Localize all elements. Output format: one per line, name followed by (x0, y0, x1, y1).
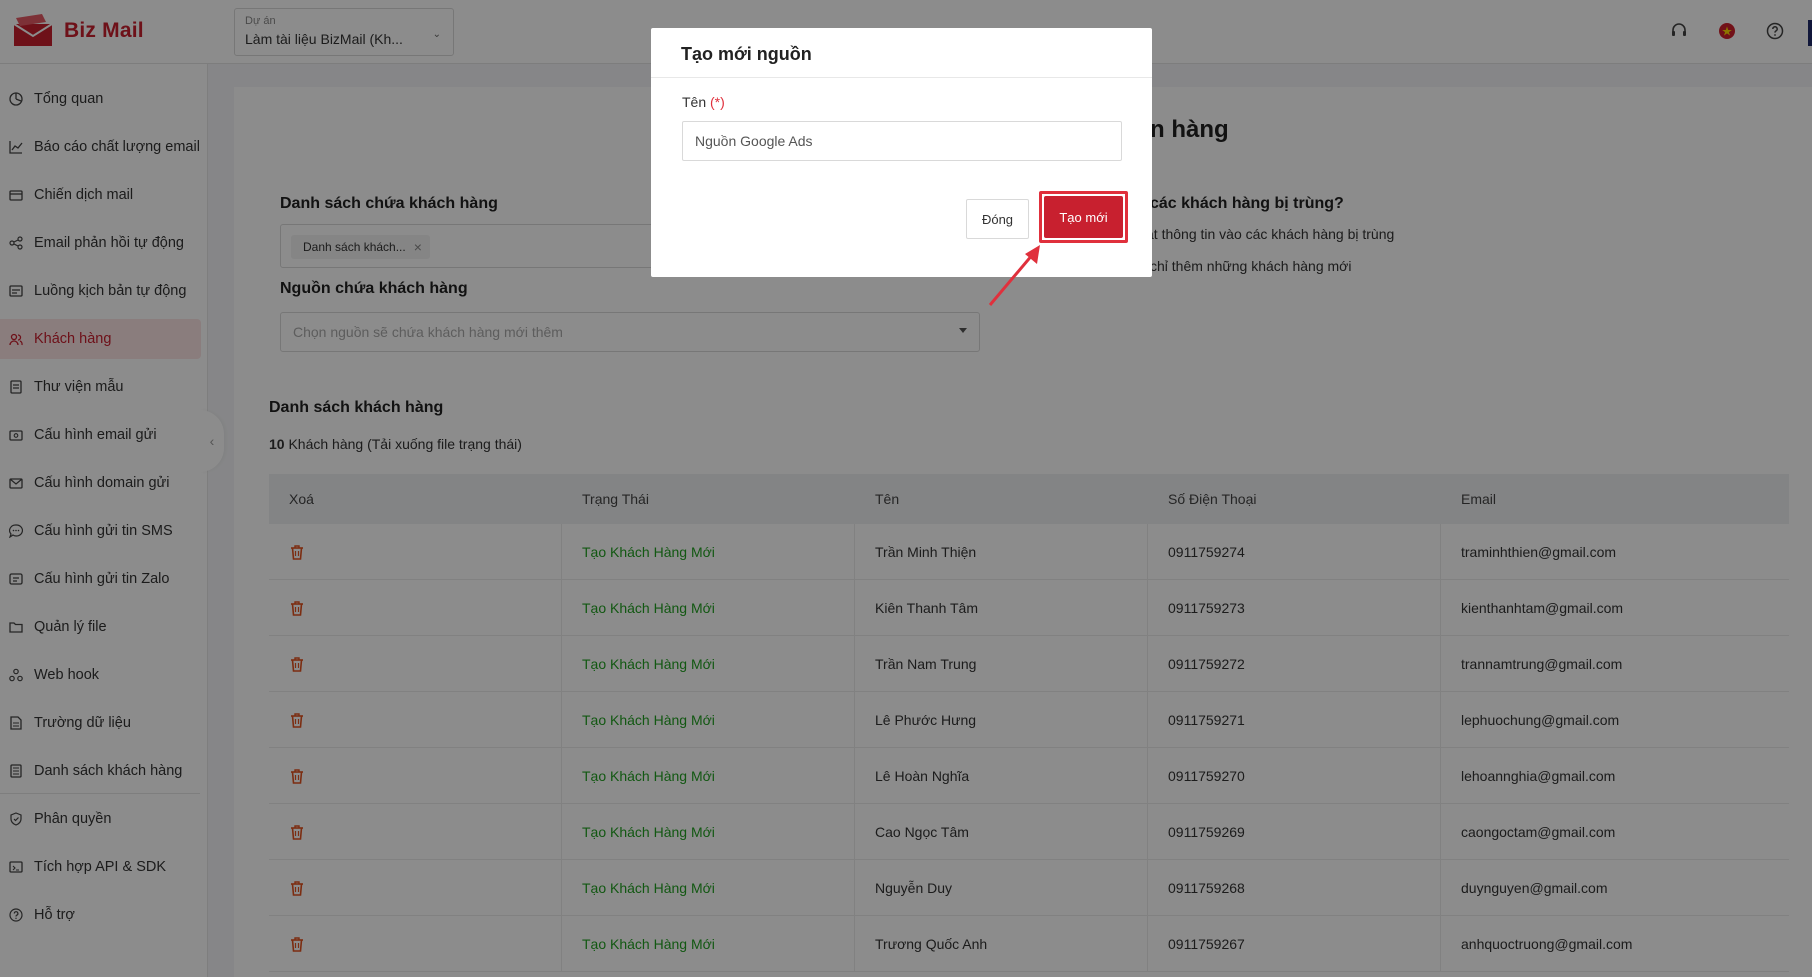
annotation-arrow-icon (988, 245, 1040, 306)
required-mark: (*) (710, 94, 725, 110)
name-field-label: Tên (*) (682, 94, 725, 110)
create-button-highlight: Tạo mới (1039, 191, 1128, 243)
create-source-modal: Tạo mới nguồn Tên (*) Đóng Tạo mới (651, 28, 1152, 277)
close-button[interactable]: Đóng (966, 199, 1029, 239)
modal-title: Tạo mới nguồn (651, 28, 1152, 78)
name-field-label-text: Tên (682, 94, 707, 110)
source-name-input[interactable] (682, 121, 1122, 161)
create-button[interactable]: Tạo mới (1044, 196, 1123, 238)
